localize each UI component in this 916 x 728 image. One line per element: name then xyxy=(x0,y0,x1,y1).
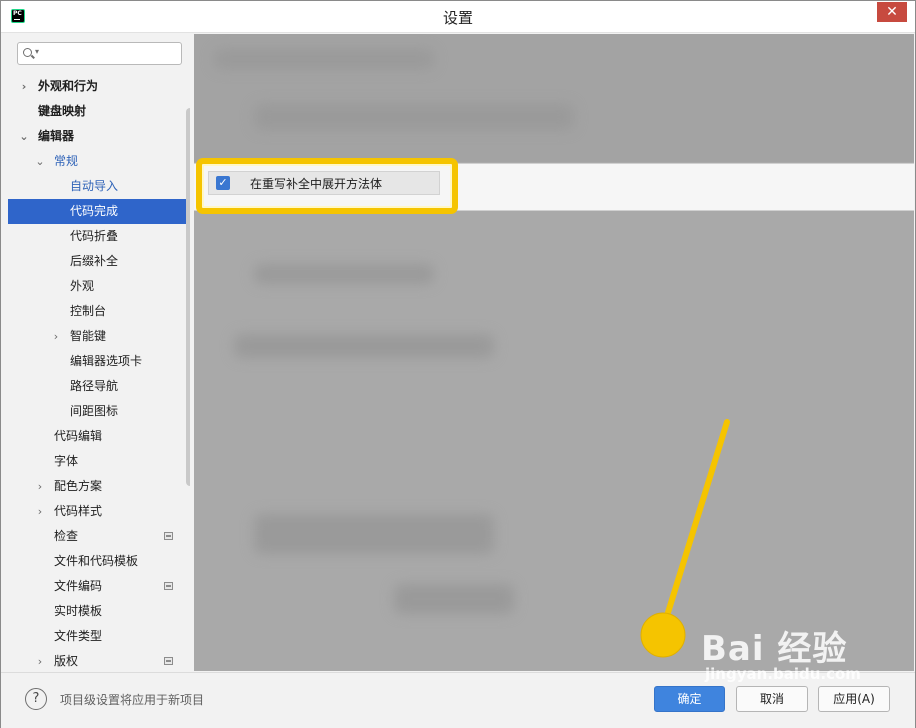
sidebar-item[interactable]: 外观 xyxy=(8,274,190,299)
settings-content: ✓ 在重写补全中展开方法体 xyxy=(194,34,914,671)
chevron-right-icon[interactable]: › xyxy=(34,649,46,671)
sidebar-item[interactable]: 文件类型 xyxy=(8,624,190,649)
sidebar-item[interactable]: › 外观和行为 xyxy=(8,74,190,99)
sidebar-item[interactable]: 代码完成 xyxy=(8,199,190,224)
sidebar-item[interactable]: › 代码样式 xyxy=(8,499,190,524)
sidebar-item-label: 控制台 xyxy=(70,304,107,318)
sidebar-item[interactable]: 后缀补全 xyxy=(8,249,190,274)
sidebar-item[interactable]: 路径导航 xyxy=(8,374,190,399)
sidebar-item-label: 代码样式 xyxy=(54,504,103,518)
sidebar-item-label: 编辑器选项卡 xyxy=(70,354,143,368)
sidebar-item-label: 配色方案 xyxy=(54,479,103,493)
sidebar-item[interactable]: 字体 xyxy=(8,449,190,474)
sidebar-item[interactable]: 检查 xyxy=(8,524,190,549)
settings-sidebar: ▾ › 外观和行为键盘映射 ⌄ 编辑器 ⌄ 常规自动导入代码完成代码折叠后缀补全外观控制台… xyxy=(8,34,190,671)
settings-window: PC 设置 ✕ ▾ › 外观和行为键盘映射 ⌄ 编辑器 ⌄ 常规自动导入代码完成代码折叠后… xyxy=(0,0,916,728)
sidebar-item[interactable]: ⌄ 编辑器 xyxy=(8,124,190,149)
sidebar-item-label: 自动导入 xyxy=(70,179,119,193)
sidebar-item-label: 文件类型 xyxy=(54,629,103,643)
sidebar-item-label: 间距图标 xyxy=(70,404,119,418)
sidebar-item[interactable]: 文件编码 xyxy=(8,574,190,599)
chevron-down-icon[interactable]: ⌄ xyxy=(34,149,46,174)
sidebar-item-label: 外观 xyxy=(70,279,95,293)
close-button[interactable]: ✕ xyxy=(877,2,907,22)
sidebar-item-label: 文件和代码模板 xyxy=(54,554,139,568)
sidebar-item[interactable]: 控制台 xyxy=(8,299,190,324)
annotation-arrow-line xyxy=(663,419,730,622)
sidebar-item-label: 字体 xyxy=(54,454,79,468)
search-input[interactable]: ▾ xyxy=(17,42,182,65)
watermark-sub: jingyan.baidu.com xyxy=(705,665,861,683)
window-title: 设置 xyxy=(442,9,473,27)
sidebar-item-label: 代码完成 xyxy=(70,204,119,218)
sidebar-item[interactable]: 键盘映射 xyxy=(8,99,190,124)
search-dropdown-icon[interactable]: ▾ xyxy=(35,47,39,56)
sidebar-item[interactable]: 代码折叠 xyxy=(8,224,190,249)
sidebar-item-label: 路径导航 xyxy=(70,379,119,393)
sidebar-item[interactable]: ⌄ 常规 xyxy=(8,149,190,174)
chevron-right-icon[interactable]: › xyxy=(34,499,46,524)
sidebar-item[interactable]: 文件和代码模板 xyxy=(8,549,190,574)
sidebar-item[interactable]: › 版权 xyxy=(8,649,190,671)
sidebar-scrollbar[interactable] xyxy=(186,108,190,486)
chevron-down-icon[interactable]: ⌄ xyxy=(18,124,30,149)
sidebar-item-label: 代码编辑 xyxy=(54,429,103,443)
sidebar-item-label: 代码折叠 xyxy=(70,229,119,243)
footer-note: 项目级设置将应用于新项目 xyxy=(60,693,205,707)
sidebar-item-label: 后缀补全 xyxy=(70,254,119,268)
sidebar-item-label: 文件编码 xyxy=(54,579,103,593)
watermark-main: Bai 经验 xyxy=(701,629,848,669)
sidebar-item-label: 版权 xyxy=(54,654,79,668)
sidebar-item-label: 常规 xyxy=(54,154,79,168)
settings-tree: › 外观和行为键盘映射 ⌄ 编辑器 ⌄ 常规自动导入代码完成代码折叠后缀补全外观控制台 › 智… xyxy=(8,74,190,671)
sidebar-item-label: 检查 xyxy=(54,529,79,543)
title-bar: PC 设置 ✕ xyxy=(1,1,915,33)
sidebar-item-label: 外观和行为 xyxy=(38,79,99,93)
sidebar-item[interactable]: 自动导入 xyxy=(8,174,190,199)
project-scope-icon xyxy=(164,532,173,540)
annotation-arrow-dot xyxy=(640,612,686,658)
sidebar-item-label: 键盘映射 xyxy=(38,104,87,118)
search-icon xyxy=(23,48,32,57)
sidebar-item[interactable]: › 智能键 xyxy=(8,324,190,349)
sidebar-item[interactable]: › 配色方案 xyxy=(8,474,190,499)
sidebar-item[interactable]: 编辑器选项卡 xyxy=(8,349,190,374)
chevron-right-icon[interactable]: › xyxy=(34,474,46,499)
annotation-arrow xyxy=(640,419,730,658)
sidebar-item[interactable]: 代码编辑 xyxy=(8,424,190,449)
sidebar-item-label: 实时模板 xyxy=(54,604,103,618)
chevron-right-icon[interactable]: › xyxy=(18,74,30,99)
help-icon[interactable]: ? xyxy=(25,688,47,710)
sidebar-item[interactable]: 实时模板 xyxy=(8,599,190,624)
chevron-right-icon[interactable]: › xyxy=(50,324,62,349)
baidu-jingyan-watermark: Bai 经验 jingyan.baidu.com xyxy=(701,621,901,711)
sidebar-item[interactable]: 间距图标 xyxy=(8,399,190,424)
project-scope-icon xyxy=(164,582,173,590)
sidebar-item-label: 编辑器 xyxy=(38,129,75,143)
sidebar-item-label: 智能键 xyxy=(70,329,107,343)
project-scope-icon xyxy=(164,657,173,665)
